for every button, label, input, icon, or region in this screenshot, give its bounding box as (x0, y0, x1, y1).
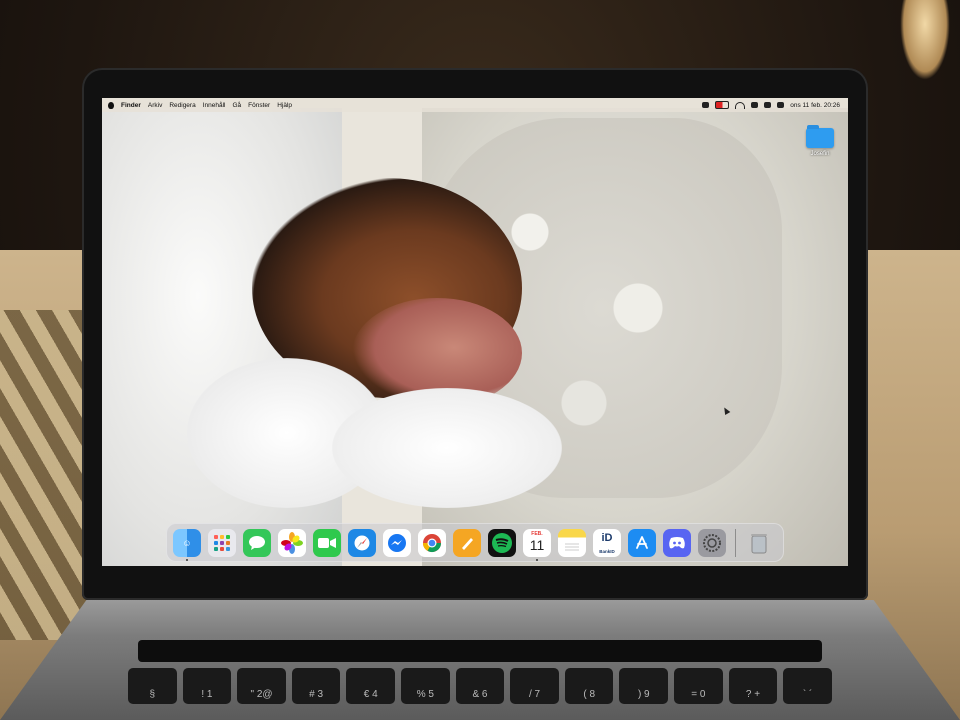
key[interactable]: # 3 (291, 668, 341, 704)
focus-moon-icon[interactable] (702, 102, 710, 108)
key[interactable]: / 7 (510, 668, 559, 704)
bankid-label: BankID (599, 548, 615, 554)
key[interactable]: ? + (728, 668, 778, 704)
desktop-folder[interactable]: Josefin (802, 125, 838, 157)
dock-app-safari[interactable] (348, 528, 376, 557)
key[interactable]: & 6 (455, 668, 505, 704)
menu-ga[interactable]: Gå (233, 102, 242, 109)
keyboard-number-row: § ! 1 " 2@ # 3 € 4 % 5 & 6 / 7 ( 8 ) 9 =… (128, 668, 832, 708)
dock-app-finder[interactable]: ☺ (173, 528, 201, 561)
pages-icon (462, 537, 473, 550)
dock-app-messages[interactable] (243, 528, 271, 557)
dock-app-chrome[interactable] (418, 528, 446, 557)
discord-icon (669, 536, 685, 548)
trash-icon (751, 533, 767, 553)
dock-app-discord[interactable] (663, 528, 691, 557)
dock-app-spotify[interactable] (488, 528, 516, 557)
menu-finder[interactable]: Finder (121, 102, 141, 109)
touch-bar[interactable] (138, 640, 822, 662)
folder-icon[interactable] (806, 125, 834, 148)
running-indicator (186, 558, 188, 561)
key[interactable]: ( 8 (564, 668, 614, 704)
dock-app-bankid[interactable]: iD BankID (593, 528, 621, 557)
wifi-icon[interactable] (735, 101, 746, 109)
dock-app-notes[interactable] (558, 528, 586, 557)
dock-app-system-settings[interactable] (698, 528, 726, 557)
menu-bar-left: Finder Arkiv Redigera Innehåll Gå Fönste… (102, 101, 702, 109)
desktop-folder-label[interactable]: Josefin (802, 151, 838, 157)
app-store-icon (636, 535, 648, 549)
menu-bar-clock[interactable]: ons 11 feb. 20:26 (790, 102, 840, 109)
search-icon[interactable] (751, 102, 759, 108)
siri-icon[interactable] (777, 102, 785, 108)
running-indicator (536, 558, 538, 561)
settings-icon (703, 533, 721, 552)
key[interactable]: ` ´ (783, 668, 832, 704)
launchpad-icon (214, 534, 230, 551)
dock-app-calendar[interactable]: FEB. 11 (523, 528, 551, 561)
messenger-icon (388, 533, 406, 552)
menu-redigera[interactable]: Redigera (169, 102, 195, 109)
apple-menu-icon[interactable] (108, 101, 114, 109)
dock: ☺ FEB. 11 iD BankID (166, 523, 784, 562)
battery-icon[interactable] (715, 101, 730, 109)
dock-app-messenger[interactable] (383, 528, 411, 557)
key[interactable]: % 5 (401, 668, 450, 704)
safari-icon (353, 534, 371, 551)
dock-app-pages[interactable] (453, 528, 481, 557)
laptop-screen: Finder Arkiv Redigera Innehåll Gå Fönste… (102, 98, 848, 566)
key[interactable]: = 0 (674, 668, 723, 704)
finder-icon: ☺ (182, 537, 192, 548)
key[interactable]: ! 1 (182, 668, 232, 704)
key[interactable]: € 4 (346, 668, 396, 704)
key[interactable]: ) 9 (619, 668, 669, 704)
key[interactable]: " 2@ (237, 668, 286, 704)
key[interactable]: § (128, 668, 177, 704)
dock-trash[interactable] (745, 529, 773, 557)
spotify-icon (492, 532, 512, 553)
lamp-glow (900, 0, 950, 80)
photos-icon (281, 531, 303, 554)
control-center-icon[interactable] (764, 102, 772, 108)
calendar-day: 11 (529, 536, 545, 553)
chrome-icon (423, 533, 441, 552)
menu-fonster[interactable]: Fönster (248, 102, 270, 109)
menu-innehall[interactable]: Innehåll (203, 102, 226, 109)
notes-icon (565, 543, 579, 550)
desktop-wallpaper (102, 98, 848, 566)
dock-app-app-store[interactable] (628, 528, 656, 557)
messages-icon (249, 535, 265, 550)
bankid-icon: iD (601, 531, 613, 544)
dock-app-photos[interactable] (278, 528, 306, 557)
menu-hjalp[interactable]: Hjälp (277, 102, 292, 109)
dock-app-facetime[interactable] (313, 528, 341, 557)
dock-app-launchpad[interactable] (208, 528, 236, 557)
menu-bar-right: ons 11 feb. 20:26 (702, 101, 848, 109)
facetime-icon (318, 537, 336, 548)
menu-bar: Finder Arkiv Redigera Innehåll Gå Fönste… (102, 98, 848, 112)
wallpaper-dog-paw (332, 388, 562, 508)
dock-separator (735, 528, 736, 557)
menu-arkiv[interactable]: Arkiv (148, 102, 162, 109)
